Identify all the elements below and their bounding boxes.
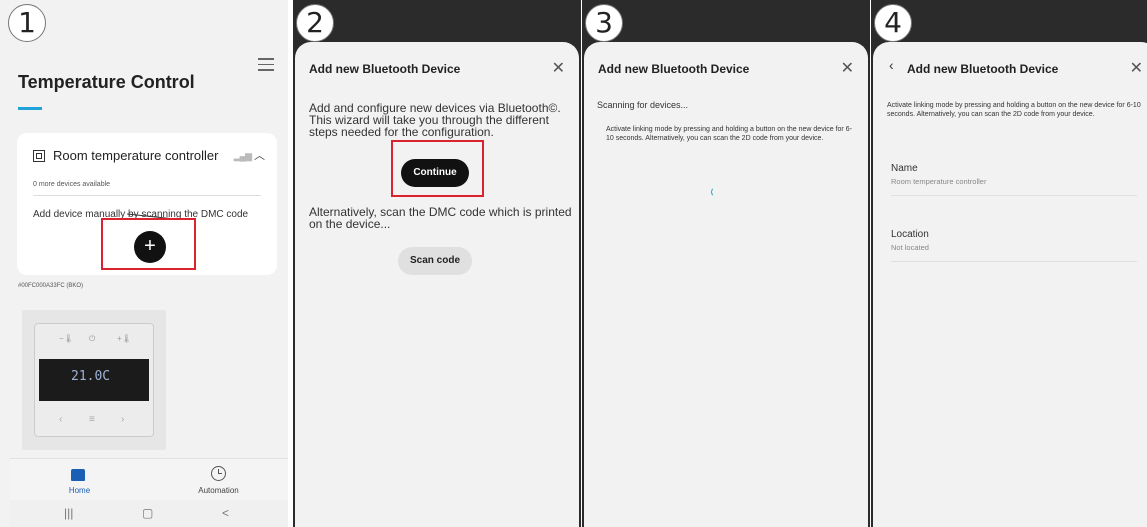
modal-title: Add new Bluetooth Device [907, 62, 1059, 76]
step-number-1: 1 [8, 4, 46, 42]
alternative-text: Alternatively, scan the DMC code which i… [309, 205, 572, 231]
card-divider [33, 195, 261, 196]
page-title: Temperature Control [18, 72, 195, 92]
name-field-value: Room temperature controller [891, 177, 987, 186]
thermostat-face: −🌡 ⏻ +🌡 21.0C ‹ ≡ › [34, 323, 154, 437]
hamburger-menu-icon[interactable] [258, 58, 274, 75]
tab-home-label: Home [68, 486, 91, 495]
tab-home[interactable]: Home [10, 459, 149, 501]
thermo-right-icon: › [121, 414, 125, 425]
panel-temperature-control: Temperature Control Room temperature con… [0, 0, 288, 527]
temp-up-icon: +🌡 [117, 334, 132, 343]
system-nav-bar: ||| ▢ < [10, 500, 288, 527]
close-icon[interactable]: ✕ [1130, 58, 1143, 78]
hardware-id: #00FC000A33FC (BKO) [18, 283, 84, 289]
recent-apps-button[interactable]: ||| [64, 506, 73, 520]
device-name: Room temperature controller [53, 148, 219, 163]
devices-available-count: 0 more devices available [33, 181, 111, 188]
thermo-menu-icon: ≡ [89, 414, 95, 425]
thermostat-reading: 21.0C [71, 369, 111, 384]
linking-instructions: Activate linking mode by pressing and ho… [606, 126, 852, 142]
name-field[interactable]: Name Room temperature controller [891, 163, 1137, 196]
back-arrow-icon[interactable]: ‹ [889, 57, 894, 73]
clock-icon [211, 466, 226, 481]
location-field-label: Location [891, 229, 929, 240]
panel-scanning: Add new Bluetooth Device ✕ Scanning for … [582, 0, 870, 527]
step-number-2: 2 [296, 4, 334, 42]
signal-strength-icon: ▂▄▆ [233, 151, 252, 161]
step-number-4: 4 [874, 4, 912, 42]
name-field-label: Name [891, 163, 918, 174]
modal-sheet: ‹ Add new Bluetooth Device ✕ Activate li… [873, 42, 1147, 527]
location-field-value: Not located [891, 243, 929, 252]
modal-sheet: Add new Bluetooth Device ✕ Scanning for … [584, 42, 868, 527]
modal-title: Add new Bluetooth Device [309, 62, 461, 76]
temp-down-icon: −🌡 [59, 334, 74, 343]
location-field[interactable]: Location Not located [891, 229, 1137, 262]
thermostat-screen: 21.0C [39, 359, 149, 401]
highlight-box-add [101, 218, 196, 270]
device-type-icon [33, 150, 45, 162]
modal-sheet: Add new Bluetooth Device ✕ Add and confi… [295, 42, 579, 527]
power-icon: ⏻ [89, 334, 96, 343]
thermo-left-icon: ‹ [59, 414, 63, 425]
title-accent-bar [18, 107, 42, 110]
modal-title: Add new Bluetooth Device [598, 62, 750, 76]
intro-text: Add and configure new devices via Blueto… [309, 101, 561, 139]
loading-spinner-icon [711, 187, 721, 197]
step-number-3: 3 [585, 4, 623, 42]
close-icon[interactable]: ✕ [552, 58, 565, 78]
thermostat-image: −🌡 ⏻ +🌡 21.0C ‹ ≡ › [22, 310, 166, 450]
scan-code-button[interactable]: Scan code [398, 247, 472, 275]
back-system-button[interactable]: < [222, 506, 229, 520]
panel-add-device-intro: Add new Bluetooth Device ✕ Add and confi… [293, 0, 581, 527]
linking-instructions: Activate linking mode by pressing and ho… [887, 102, 1141, 118]
scanning-status: Scanning for devices... [597, 100, 689, 110]
tab-automation[interactable]: Automation [149, 459, 288, 501]
home-system-button[interactable]: ▢ [142, 506, 153, 520]
panel-device-details: ‹ Add new Bluetooth Device ✕ Activate li… [871, 0, 1147, 527]
close-icon[interactable]: ✕ [841, 58, 854, 78]
tab-automation-label: Automation [198, 486, 239, 495]
highlight-box-continue [391, 140, 484, 197]
home-icon [71, 469, 85, 481]
chevron-up-icon[interactable]: ︿ [254, 147, 265, 163]
bottom-tab-bar: Home Automation [10, 458, 288, 501]
